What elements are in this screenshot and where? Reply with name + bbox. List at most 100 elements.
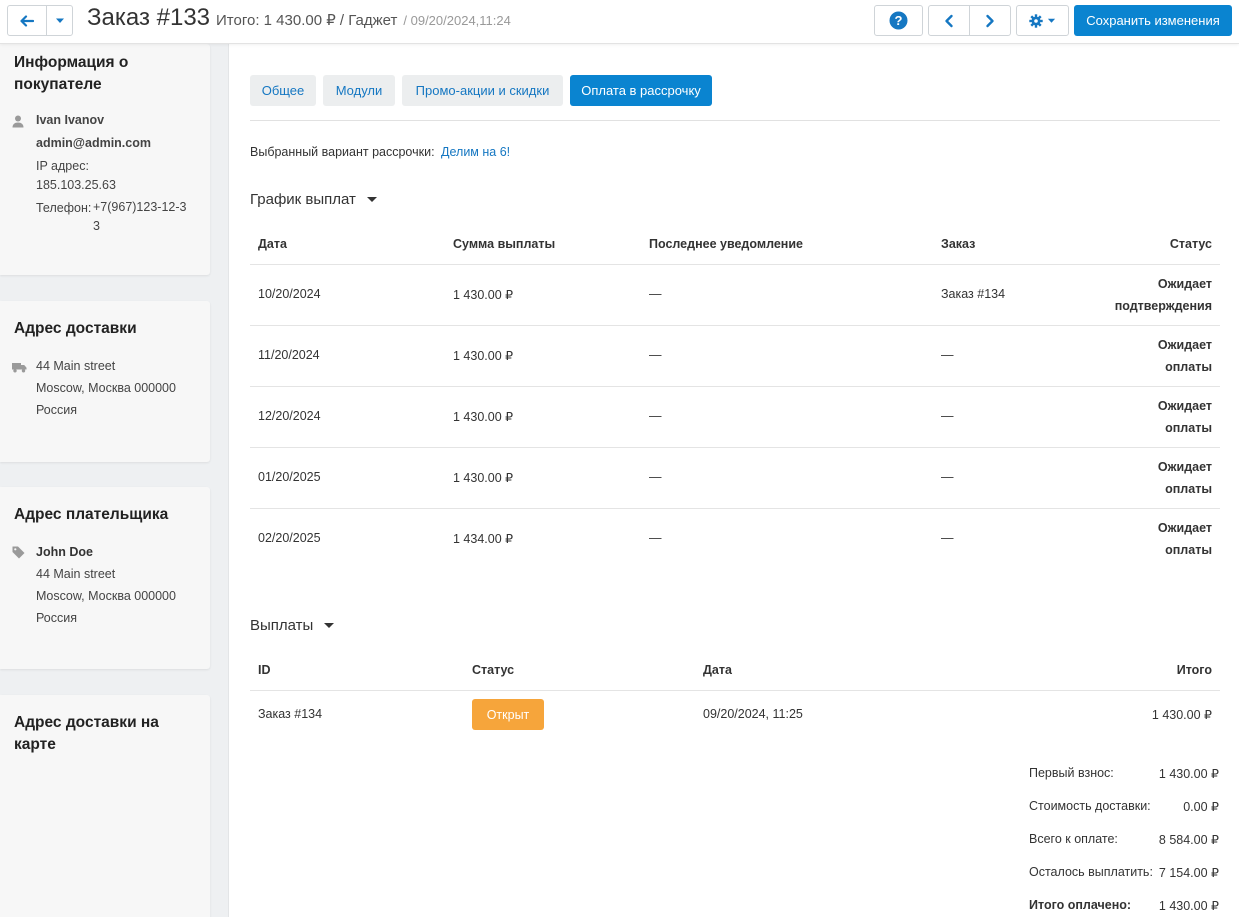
billing-line-1: 44 Main street xyxy=(36,567,116,581)
phone-link[interactable]: +7(967)123-12-33 xyxy=(93,198,193,236)
phone-label: Телефон: xyxy=(36,201,92,215)
tag-icon xyxy=(12,546,25,562)
payments-header-status: Статус xyxy=(472,663,515,677)
tab-installment[interactable]: Оплата в рассрочку xyxy=(570,75,712,106)
status-line-2: оплаты xyxy=(1165,482,1212,496)
map-card: Адрес доставки на карте xyxy=(0,695,210,917)
schedule-order-link[interactable]: Заказ #134 xyxy=(941,287,1005,301)
payments-title: Выплаты xyxy=(250,617,314,634)
caret-down-icon xyxy=(366,197,377,202)
svg-text:?: ? xyxy=(895,13,903,28)
installment-variant-link[interactable]: Делим на 6! xyxy=(441,145,510,159)
schedule-notice: — xyxy=(649,287,662,301)
gear-icon xyxy=(1029,13,1043,28)
save-changes-button[interactable]: Сохранить изменения xyxy=(1074,5,1232,36)
installment-variant: Выбранный вариант рассрочки: Делим на 6! xyxy=(250,145,510,159)
status-line-1: Ожидает xyxy=(1157,277,1212,291)
schedule-toggle[interactable]: График выплат xyxy=(250,191,377,208)
status-line-2: оплаты xyxy=(1165,543,1212,557)
page-title: Заказ #133 xyxy=(87,4,211,31)
shipping-address-card: Адрес доставки 44 Main street Moscow, Мо… xyxy=(0,301,210,462)
schedule-header-notice: Последнее уведомление xyxy=(649,237,803,251)
billing-name: John Doe xyxy=(36,545,93,559)
payments-header-date: Дата xyxy=(703,663,732,677)
summary-first-payment-label: Первый взнос: xyxy=(1029,766,1114,780)
buyer-name-link[interactable]: Ivan Ivanov xyxy=(36,110,104,130)
shipping-line-3: Россия xyxy=(36,403,77,417)
tab-modules[interactable]: Модули xyxy=(323,75,395,106)
schedule-date-link[interactable]: 02/20/2025 xyxy=(258,531,321,545)
summary-total-due-label: Всего к оплате: xyxy=(1029,832,1118,846)
schedule-date-link[interactable]: 11/20/2024 xyxy=(258,348,320,362)
tab-promotions[interactable]: Промо-акции и скидки xyxy=(402,75,563,106)
schedule-order: — xyxy=(941,470,954,484)
schedule-notice: — xyxy=(649,470,662,484)
chevron-right-icon xyxy=(986,14,994,27)
help-button[interactable]: ? xyxy=(874,5,923,36)
chevron-left-icon xyxy=(945,14,953,27)
summary-paid-value: 1 430.00 ₽ xyxy=(1158,899,1219,913)
shipping-line-1: 44 Main street xyxy=(36,359,116,373)
prev-order-button[interactable] xyxy=(928,5,970,36)
status-line-1: Ожидает xyxy=(1157,521,1212,535)
payment-total: 1 430.00 ₽ xyxy=(1151,708,1212,722)
schedule-status: Ожидает оплаты xyxy=(1082,334,1212,378)
schedule-date-link[interactable]: 12/20/2024 xyxy=(258,409,321,423)
ip-label: IP адрес: xyxy=(36,159,89,173)
schedule-date-link[interactable]: 10/20/2024 xyxy=(258,287,321,301)
payment-date: 09/20/2024, 11:25 xyxy=(703,707,803,721)
main-content: Общее Модули Промо-акции и скидки Оплата… xyxy=(230,44,1239,917)
truck-icon xyxy=(12,361,27,376)
payment-id-link[interactable]: Заказ #134 xyxy=(258,707,322,721)
summary-remaining-value: 7 154.00 ₽ xyxy=(1158,866,1219,880)
billing-line-2: Moscow, Москва 000000 xyxy=(36,589,176,603)
schedule-header-date: Дата xyxy=(258,237,287,251)
next-order-button[interactable] xyxy=(969,5,1011,36)
settings-button[interactable] xyxy=(1016,5,1069,36)
status-line-2: оплаты xyxy=(1165,421,1212,435)
buyer-info-heading: Информация о покупателе xyxy=(14,54,129,93)
shipping-line-2: Moscow, Москва 000000 xyxy=(36,381,176,395)
schedule-status: Ожидает оплаты xyxy=(1082,456,1212,500)
schedule-date-link[interactable]: 01/20/2025 xyxy=(258,470,321,484)
back-button[interactable] xyxy=(7,5,47,36)
schedule-status: Ожидает оплаты xyxy=(1082,395,1212,439)
schedule-header-status: Статус xyxy=(1169,237,1212,251)
row-divider xyxy=(250,325,1220,326)
status-badge: Открыт xyxy=(472,699,544,730)
payments-toggle[interactable]: Выплаты xyxy=(250,617,335,634)
phone-value: +7(967)123-12-33 xyxy=(93,200,187,233)
shipping-address-heading: Адрес доставки xyxy=(14,320,137,337)
schedule-order: — xyxy=(941,531,954,545)
tabs-divider xyxy=(250,120,1220,121)
caret-down-icon xyxy=(324,623,335,628)
schedule-amount: 1 434.00 ₽ xyxy=(453,532,514,546)
schedule-amount: 1 430.00 ₽ xyxy=(453,410,514,424)
billing-address-heading: Адрес плательщика xyxy=(14,506,169,523)
buyer-email-link[interactable]: admin@admin.com xyxy=(36,133,151,153)
caret-down-icon xyxy=(55,18,64,23)
user-icon xyxy=(12,115,24,131)
summary-first-payment-value: 1 430.00 ₽ xyxy=(1158,767,1219,781)
row-divider xyxy=(250,447,1220,448)
payments-header-divider xyxy=(250,690,1220,691)
schedule-status: Ожидает оплаты xyxy=(1082,517,1212,561)
schedule-notice: — xyxy=(649,531,662,545)
schedule-amount: 1 430.00 ₽ xyxy=(453,349,514,363)
sidebar: Информация о покупателе Ivan Ivanov admi… xyxy=(0,44,229,917)
row-divider xyxy=(250,386,1220,387)
question-icon: ? xyxy=(889,11,908,30)
buyer-info-card: Информация о покупателе Ivan Ivanov admi… xyxy=(0,44,210,275)
schedule-order: — xyxy=(941,409,954,423)
back-dropdown-button[interactable] xyxy=(46,5,73,36)
schedule-amount: 1 430.00 ₽ xyxy=(453,471,514,485)
status-line-1: Ожидает xyxy=(1157,460,1212,474)
tab-general[interactable]: Общее xyxy=(250,75,316,106)
schedule-header-amount: Сумма выплаты xyxy=(453,237,556,251)
arrow-left-icon xyxy=(20,14,34,27)
schedule-header-order: Заказ xyxy=(941,237,976,251)
schedule-title: График выплат xyxy=(250,191,356,208)
payments-header-total: Итого xyxy=(1176,663,1212,677)
billing-line-3: Россия xyxy=(36,611,77,625)
payments-header-id: ID xyxy=(258,663,271,677)
